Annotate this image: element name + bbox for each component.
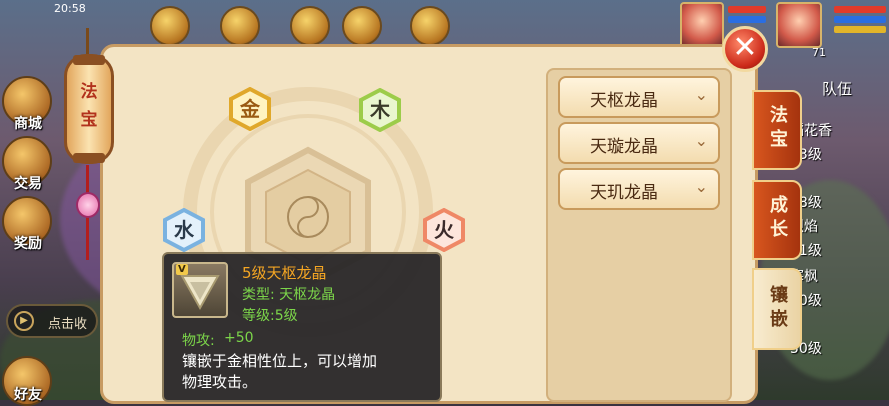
slot-metal[interactable]: 金 — [228, 87, 272, 131]
water-glyph-icon: 水 — [174, 218, 194, 242]
player-exp-bar — [834, 26, 886, 33]
friend-label: 好友 — [14, 387, 42, 403]
tab-fabao[interactable]: 法宝 — [752, 90, 802, 170]
chevron-down-icon: ⌄ — [694, 131, 708, 150]
activity-icon[interactable] — [150, 6, 190, 46]
gem-item-label: 天枢龙晶 — [590, 91, 658, 111]
collapse-label: 点击收 — [48, 317, 88, 332]
tooltip-stat-label: 物攻: — [182, 333, 215, 349]
collapse-button[interactable]: ▶ 点击收 — [6, 304, 98, 338]
tooltip-desc-line2: 物理攻击。 — [182, 373, 258, 391]
clock: 20:58 — [54, 2, 86, 15]
gem-item-label: 天璇龙晶 — [590, 137, 658, 157]
tooltip-type: 类型: 天枢龙晶 — [242, 287, 336, 303]
player-hp-bar — [834, 6, 886, 13]
tab-label: 法宝 — [770, 105, 788, 150]
team-button[interactable]: 队伍 — [822, 78, 852, 99]
gem-item-icon: V — [172, 262, 228, 318]
event-icon[interactable] — [220, 6, 260, 46]
gem-list-area — [546, 68, 732, 402]
chevron-down-icon: ⌄ — [694, 177, 708, 196]
slot-water[interactable]: 水 — [162, 208, 206, 252]
player-level: 71 — [812, 46, 826, 59]
tab-label: 成长 — [770, 195, 788, 240]
tooltip-item-name: 5级天枢龙晶 — [242, 264, 327, 282]
wood-glyph-icon: 木 — [370, 98, 390, 122]
tab-inlay[interactable]: 镶嵌 — [752, 268, 802, 350]
tooltip-desc-line1: 镶嵌于金相性位上，可以增加 — [182, 352, 378, 370]
lantern-charm-icon — [76, 192, 100, 218]
tooltip-level: 等级:5级 — [242, 308, 298, 324]
pet-portrait[interactable] — [680, 2, 724, 48]
fire-glyph-icon: 火 — [434, 218, 454, 242]
metal-glyph-icon: 金 — [240, 97, 260, 121]
daily-icon[interactable] — [290, 6, 330, 46]
tooltip-stat-value: +50 — [224, 330, 254, 346]
pet-mp-bar — [728, 16, 766, 23]
tab-growth[interactable]: 成长 — [752, 180, 802, 260]
close-icon: ✕ — [732, 30, 758, 65]
tab-label: 镶嵌 — [770, 285, 788, 330]
lantern-string — [86, 28, 89, 54]
player-portrait[interactable] — [776, 2, 822, 48]
slot-wood[interactable]: 木 — [358, 88, 402, 132]
play-icon: ▶ — [14, 311, 34, 331]
chevron-down-icon: ⌄ — [694, 85, 708, 104]
quality-badge: V — [176, 264, 188, 275]
close-button[interactable]: ✕ — [722, 26, 768, 72]
gem-item-tianshu[interactable]: 天枢龙晶 ⌄ — [558, 76, 720, 118]
trade-label: 交易 — [14, 176, 42, 192]
player-mp-bar — [834, 16, 886, 23]
gem-item-tianji[interactable]: 天玑龙晶 ⌄ — [558, 168, 720, 210]
slot-fire[interactable]: 火 — [422, 208, 466, 252]
pet-hp-bar — [728, 6, 766, 13]
gem-item-tianxuan[interactable]: 天璇龙晶 ⌄ — [558, 122, 720, 164]
reward-label: 奖励 — [14, 236, 42, 252]
ranking-icon[interactable] — [342, 6, 382, 46]
welfare-icon[interactable] — [410, 6, 450, 46]
gem-item-label: 天玑龙晶 — [590, 183, 658, 203]
mall-label: 商城 — [14, 116, 42, 132]
panel-title: 法宝 — [80, 82, 98, 130]
